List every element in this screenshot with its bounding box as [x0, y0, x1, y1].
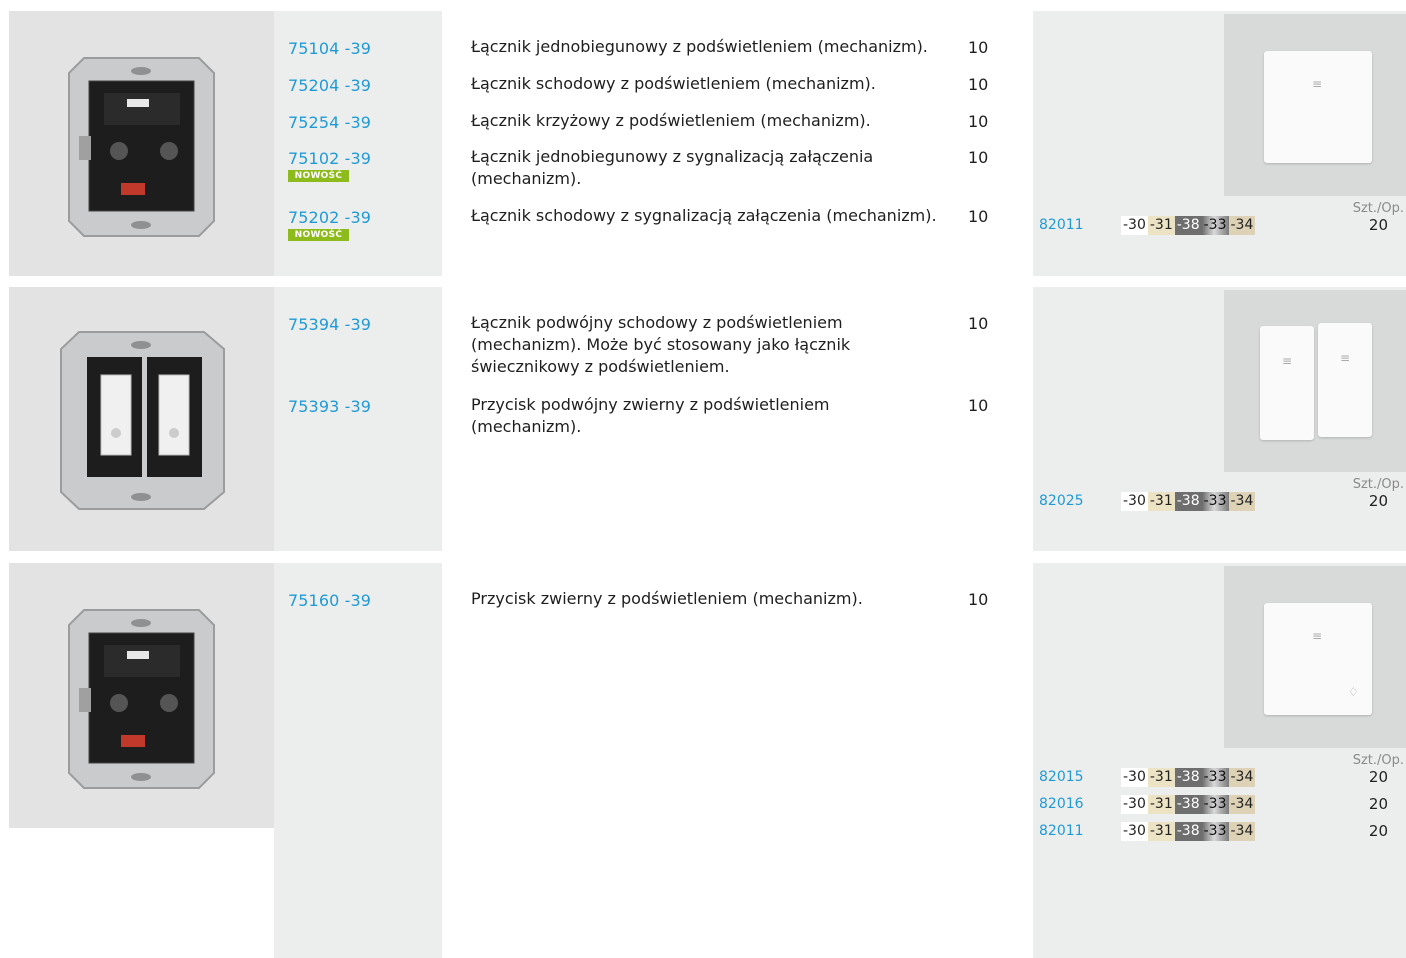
product-code[interactable]: 75394 -39 — [288, 315, 371, 334]
description-text: Przycisk podwójny zwierny z podświetleni… — [471, 395, 830, 436]
mechanism-photo — [9, 11, 274, 276]
pack-qty-header: Szt./Op. — [1352, 753, 1404, 768]
product-descriptions: Łącznik jednobiegunowy z podświetleniem … — [442, 14, 1033, 276]
pack-quantity: 10 — [968, 38, 989, 57]
finish-31: -31 — [1147, 822, 1175, 841]
description-text: Łącznik schodowy z podświetleniem (mecha… — [471, 74, 876, 93]
product-code[interactable]: 75160 -39 — [288, 591, 371, 610]
product-descriptions: Łącznik podwójny schodowy z podświetleni… — [442, 290, 1033, 551]
accessories-panel: ≡ ♢ Szt./Op. 82015 -30 -31 -38 -33 -34 20 82… — [1033, 563, 1406, 958]
accessory-code[interactable]: 82025 — [1039, 493, 1084, 509]
accessory-qty: 20 — [1368, 768, 1388, 786]
pack-quantity: 10 — [968, 112, 989, 131]
finish-34: -34 — [1228, 492, 1256, 511]
push-button-mechanism-icon — [68, 609, 215, 789]
product-codes: 75104 -39 75204 -39 75254 -39 75102 -39 N… — [274, 11, 442, 276]
product-code[interactable]: 75393 -39 — [288, 397, 371, 416]
accessories-panel: ≡ ≡ Szt./Op. 82025 -30 -31 -38 -33 -34 20 — [1033, 287, 1406, 551]
mechanism-photo — [9, 287, 274, 551]
bell-icon: ♢ — [1348, 685, 1359, 699]
cover-photo: ≡ — [1224, 14, 1406, 196]
pack-quantity: 10 — [968, 590, 989, 609]
finish-31: -31 — [1147, 492, 1175, 511]
accessory-code[interactable]: 82016 — [1039, 796, 1084, 812]
finish-swatches: -30 -31 -38 -33 -34 — [1121, 822, 1256, 841]
description-text: Łącznik krzyżowy z podświetleniem (mecha… — [471, 111, 871, 130]
accessory-code[interactable]: 82011 — [1039, 217, 1084, 233]
cover-plate-right-icon: ≡ — [1318, 323, 1372, 437]
finish-38: -38 — [1174, 822, 1202, 841]
finish-swatches: -30 -31 -38 -33 -34 — [1121, 795, 1256, 814]
finish-38: -38 — [1174, 768, 1202, 787]
accessory-qty: 20 — [1368, 795, 1388, 813]
pack-quantity: 10 — [968, 314, 989, 333]
product-codes: 75394 -39 75393 -39 — [274, 287, 442, 551]
description-text: Przycisk zwierny z podświetleniem (mecha… — [471, 589, 863, 608]
finish-swatches: -30 -31 -38 -33 -34 — [1121, 768, 1256, 787]
indicator-icon: ≡ — [1340, 351, 1351, 365]
new-badge: NOWOŚĆ — [288, 229, 349, 241]
finish-38: -38 — [1174, 216, 1202, 235]
description-text: Łącznik jednobiegunowy z sygnalizacją za… — [471, 147, 874, 188]
finish-33: -33 — [1201, 492, 1229, 511]
product-row-2: 75394 -39 75393 -39 Łącznik podwójny sch… — [0, 287, 1406, 551]
pack-qty-header: Szt./Op. — [1352, 477, 1404, 492]
cover-plate-left-icon: ≡ — [1260, 326, 1314, 440]
product-code[interactable]: 75102 -39 NOWOŚĆ — [288, 149, 371, 182]
indicator-icon: ≡ — [1312, 629, 1323, 643]
finish-34: -34 — [1228, 795, 1256, 814]
finish-33: -33 — [1201, 216, 1229, 235]
cover-photo: ≡ ♢ — [1224, 566, 1406, 748]
finish-38: -38 — [1174, 795, 1202, 814]
new-badge: NOWOŚĆ — [288, 170, 349, 182]
finish-34: -34 — [1228, 822, 1256, 841]
accessory-code[interactable]: 82011 — [1039, 823, 1084, 839]
accessories-panel: ≡ Szt./Op. 82011 -30 -31 -38 -33 -34 20 — [1033, 11, 1406, 276]
switch-mechanism-icon — [68, 57, 215, 237]
accessory-qty: 20 — [1368, 216, 1388, 234]
finish-33: -33 — [1201, 795, 1229, 814]
mechanism-photo — [9, 563, 274, 828]
product-codes: 75160 -39 — [274, 563, 442, 958]
cover-plate-icon: ≡ ♢ — [1264, 603, 1372, 715]
accessory-qty: 20 — [1368, 822, 1388, 840]
indicator-icon: ≡ — [1312, 77, 1323, 91]
accessory-code[interactable]: 82015 — [1039, 769, 1084, 785]
finish-swatches: -30 -31 -38 -33 -34 — [1121, 492, 1256, 511]
finish-31: -31 — [1147, 795, 1175, 814]
finish-31: -31 — [1147, 216, 1175, 235]
product-code[interactable]: 75254 -39 — [288, 113, 371, 132]
finish-swatches: -30 -31 -38 -33 -34 — [1121, 216, 1256, 235]
finish-30: -30 — [1121, 795, 1148, 814]
finish-31: -31 — [1147, 768, 1175, 787]
product-descriptions: Przycisk zwierny z podświetleniem (mecha… — [442, 566, 1033, 958]
pack-quantity: 10 — [968, 148, 989, 167]
product-code[interactable]: 75204 -39 — [288, 76, 371, 95]
accessory-qty: 20 — [1368, 492, 1388, 510]
finish-30: -30 — [1121, 768, 1148, 787]
description-text: Łącznik jednobiegunowy z podświetleniem … — [471, 37, 928, 56]
pack-quantity: 10 — [968, 75, 989, 94]
finish-30: -30 — [1121, 492, 1148, 511]
product-code[interactable]: 75104 -39 — [288, 39, 371, 58]
finish-30: -30 — [1121, 216, 1148, 235]
indicator-icon: ≡ — [1282, 354, 1293, 368]
finish-38: -38 — [1174, 492, 1202, 511]
finish-30: -30 — [1121, 822, 1148, 841]
cover-plate-icon: ≡ — [1264, 51, 1372, 163]
product-row-1: 75104 -39 75204 -39 75254 -39 75102 -39 N… — [0, 11, 1406, 276]
pack-qty-header: Szt./Op. — [1352, 201, 1404, 216]
product-code[interactable]: 75202 -39 NOWOŚĆ — [288, 208, 371, 241]
finish-34: -34 — [1228, 216, 1256, 235]
product-row-3: 75160 -39 Przycisk zwierny z podświetlen… — [0, 563, 1406, 958]
finish-33: -33 — [1201, 822, 1229, 841]
description-text: Łącznik podwójny schodowy z podświetleni… — [471, 313, 851, 376]
description-text: Łącznik schodowy z sygnalizacją załączen… — [471, 206, 937, 225]
finish-34: -34 — [1228, 768, 1256, 787]
finish-33: -33 — [1201, 768, 1229, 787]
pack-quantity: 10 — [968, 396, 989, 415]
double-switch-mechanism-icon — [60, 331, 225, 510]
cover-photo: ≡ ≡ — [1224, 290, 1406, 472]
pack-quantity: 10 — [968, 207, 989, 226]
